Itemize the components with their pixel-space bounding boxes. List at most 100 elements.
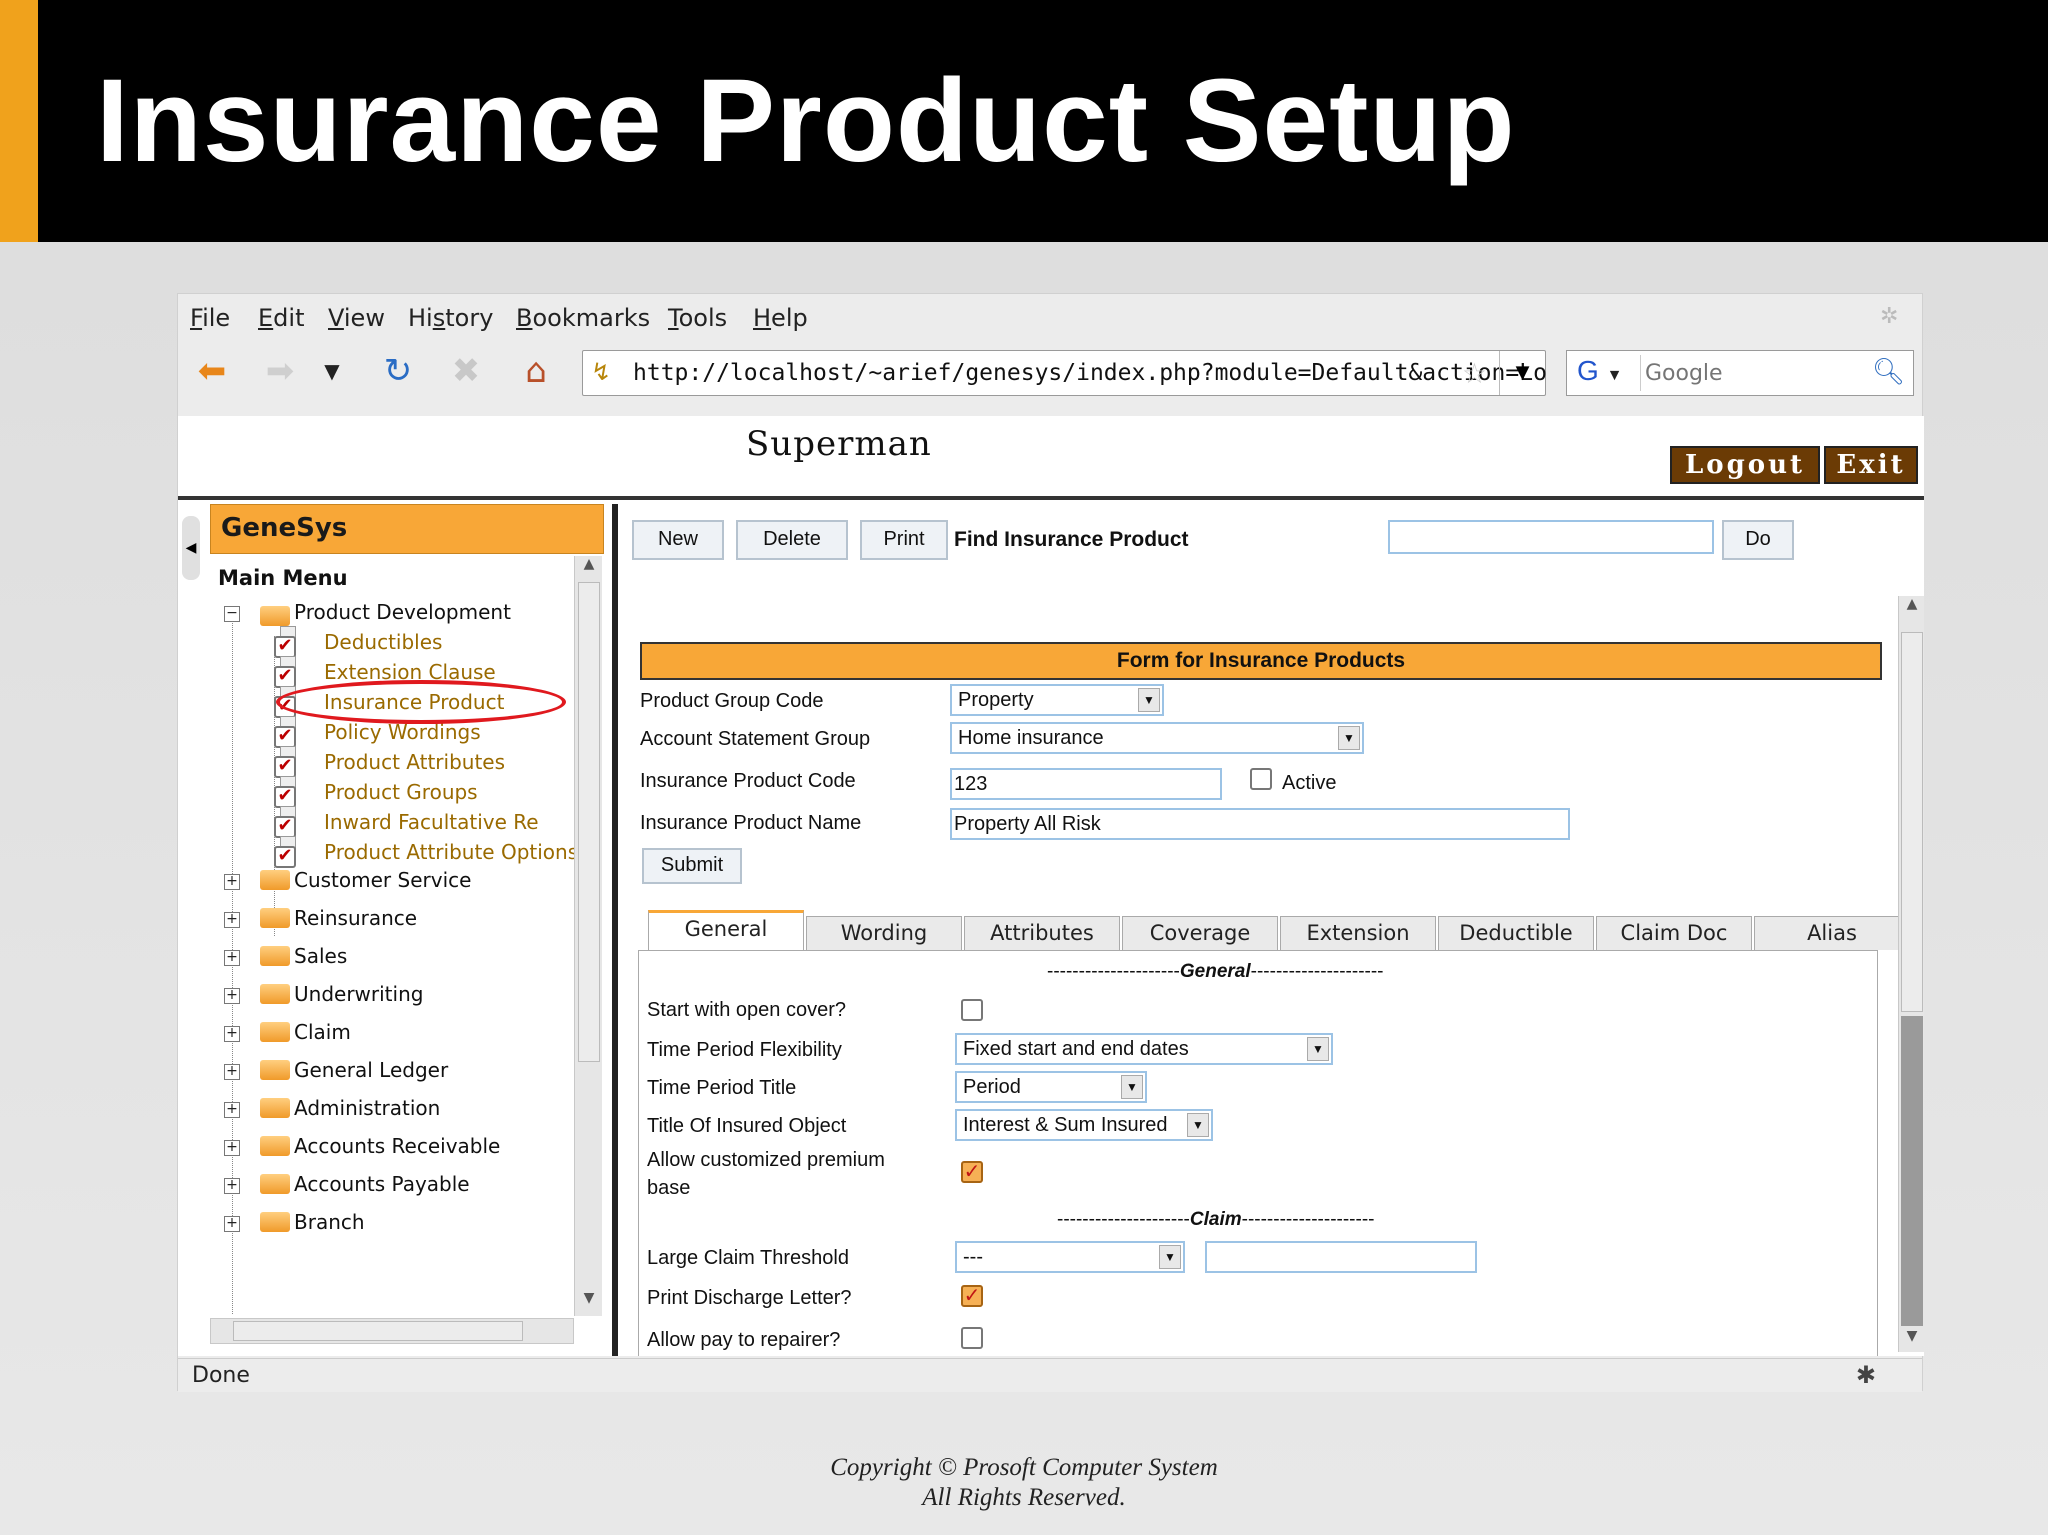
expand-toggle[interactable]: + [224, 1140, 240, 1156]
menu-help[interactable]: Help [753, 304, 808, 332]
scroll-up-arrow-icon[interactable]: ▲ [575, 556, 603, 582]
tab-attributes[interactable]: Attributes [964, 916, 1120, 950]
do-button[interactable]: Do [1722, 520, 1794, 560]
expand-toggle[interactable]: + [224, 1178, 240, 1194]
start-open-cover-checkbox[interactable] [961, 999, 983, 1021]
tree-item-inward-facultative[interactable]: Inward Facultative Re [324, 810, 539, 834]
expand-toggle[interactable]: + [224, 874, 240, 890]
find-insurance-product-input[interactable] [1388, 520, 1714, 554]
time-period-title-select[interactable]: Period ▼ [955, 1071, 1147, 1103]
scroll-down-arrow-icon[interactable]: ▼ [1899, 1328, 1925, 1352]
scroll-thumb[interactable] [1901, 632, 1923, 1012]
chevron-down-icon: ▼ [1159, 1245, 1181, 1269]
collapse-toggle[interactable]: − [224, 606, 240, 622]
back-arrow-icon[interactable]: ⬅ [188, 348, 236, 394]
tree-item-administration[interactable]: Administration [294, 1096, 440, 1120]
history-dropdown-icon[interactable]: ▼ [308, 348, 356, 394]
form-vertical-scrollbar[interactable]: ▲ ▼ [1898, 596, 1924, 1352]
chevron-down-icon: ▼ [1138, 688, 1160, 712]
insurance-product-code-input[interactable]: 123 [950, 768, 1222, 800]
tab-extension[interactable]: Extension [1280, 916, 1436, 950]
menu-view[interactable]: View [328, 304, 385, 332]
forward-arrow-icon[interactable]: ➡ [256, 348, 304, 394]
tree-item-claim[interactable]: Claim [294, 1020, 351, 1044]
tree-horizontal-scrollbar[interactable] [210, 1318, 574, 1344]
bug-icon[interactable]: ✱ [1856, 1361, 1876, 1389]
collapse-panel-handle[interactable]: ◀ [182, 516, 200, 580]
tab-wording[interactable]: Wording [806, 916, 962, 950]
new-button[interactable]: New [632, 520, 724, 560]
allow-pay-repairer-checkbox[interactable] [961, 1327, 983, 1349]
stop-icon[interactable]: ✖ [442, 348, 490, 394]
product-group-code-select[interactable]: Property ▼ [950, 684, 1164, 716]
tab-coverage[interactable]: Coverage [1122, 916, 1278, 950]
search-engine-selector[interactable]: G ▼ [1571, 355, 1641, 391]
print-button[interactable]: Print [860, 520, 948, 560]
main-menu-tree: Main Menu − Product Development ✔ Deduct… [210, 556, 604, 1316]
tree-item-general-ledger[interactable]: General Ledger [294, 1058, 448, 1082]
tree-item-product-attribute-options[interactable]: Product Attribute Options [324, 840, 578, 864]
title-insured-object-select[interactable]: Interest & Sum Insured ▼ [955, 1109, 1213, 1141]
insurance-product-name-input[interactable]: Property All Risk [950, 808, 1570, 840]
print-discharge-letter-checkbox[interactable]: ✓ [961, 1285, 983, 1307]
tree-vertical-scrollbar[interactable]: ▲ ▼ [574, 556, 602, 1316]
tree-item-product-development[interactable]: Product Development [294, 600, 511, 624]
tree-item-accounts-payable[interactable]: Accounts Payable [294, 1172, 470, 1196]
page-content: Superman Logout Exit ◀ GeneSys Main Menu… [178, 416, 1924, 1356]
tab-deductible[interactable]: Deductible [1438, 916, 1594, 950]
expand-toggle[interactable]: + [224, 1064, 240, 1080]
expand-toggle[interactable]: + [224, 1026, 240, 1042]
large-claim-threshold-select[interactable]: --- ▼ [955, 1241, 1185, 1273]
scroll-thumb[interactable] [578, 582, 600, 1062]
general-tab-panel: ---------------------General------------… [638, 950, 1878, 1356]
active-checkbox[interactable] [1250, 768, 1272, 790]
delete-button[interactable]: Delete [736, 520, 848, 560]
menu-file[interactable]: File [190, 304, 230, 332]
tree-item-product-attributes[interactable]: Product Attributes [324, 750, 505, 774]
tree-item-customer-service[interactable]: Customer Service [294, 868, 471, 892]
tab-claim-doc[interactable]: Claim Doc [1596, 916, 1752, 950]
expand-toggle[interactable]: + [224, 912, 240, 928]
url-dropdown-icon[interactable]: ▼ [1499, 351, 1545, 395]
large-claim-threshold-amount-input[interactable] [1205, 1241, 1477, 1273]
tree-item-branch[interactable]: Branch [294, 1210, 365, 1234]
search-magnifier-icon[interactable]: 🔍︎ [1872, 357, 1905, 387]
submit-button[interactable]: Submit [642, 848, 742, 884]
logout-button[interactable]: Logout [1670, 446, 1820, 484]
tab-general[interactable]: General [648, 910, 804, 950]
tree-item-product-groups[interactable]: Product Groups [324, 780, 478, 804]
tree-item-underwriting[interactable]: Underwriting [294, 982, 423, 1006]
footer-copyright: Copyright © Prosoft Computer System [830, 1454, 1218, 1481]
scroll-track[interactable] [1901, 1016, 1923, 1326]
large-claim-threshold-value: --- [963, 1246, 983, 1268]
menu-tools[interactable]: Tools [668, 304, 727, 332]
expand-toggle[interactable]: + [224, 988, 240, 1004]
allow-custom-premium-checkbox[interactable]: ✓ [961, 1161, 983, 1183]
tab-alias[interactable]: Alias [1754, 916, 1910, 950]
exit-button[interactable]: Exit [1824, 446, 1918, 484]
tree-item-accounts-receivable[interactable]: Accounts Receivable [294, 1134, 500, 1158]
menu-edit[interactable]: Edit [258, 304, 304, 332]
search-input[interactable] [1645, 357, 1865, 389]
menu-bookmarks[interactable]: Bookmarks [516, 304, 650, 332]
scroll-thumb[interactable] [233, 1321, 523, 1341]
panel-divider[interactable] [612, 504, 618, 1356]
scroll-up-arrow-icon[interactable]: ▲ [1899, 596, 1925, 620]
url-bar[interactable]: ↯ http://localhost/~arief/genesys/index.… [582, 350, 1547, 396]
search-bar[interactable]: G ▼ 🔍︎ [1566, 350, 1914, 396]
expand-toggle[interactable]: + [224, 1102, 240, 1118]
reload-icon[interactable]: ↻ [374, 348, 422, 394]
bookmark-star-icon[interactable]: ☆ [1462, 357, 1487, 390]
tree-item-reinsurance[interactable]: Reinsurance [294, 906, 417, 930]
tree-item-deductibles[interactable]: Deductibles [324, 630, 442, 654]
time-period-flexibility-select[interactable]: Fixed start and end dates ▼ [955, 1033, 1333, 1065]
start-open-cover-label: Start with open cover? [647, 999, 846, 1021]
expand-toggle[interactable]: + [224, 1216, 240, 1232]
expand-toggle[interactable]: + [224, 950, 240, 966]
tree-item-sales[interactable]: Sales [294, 944, 347, 968]
menu-history[interactable]: History [408, 304, 493, 332]
home-icon[interactable]: ⌂ [512, 348, 560, 394]
highlight-ring [276, 680, 566, 724]
account-statement-group-select[interactable]: Home insurance ▼ [950, 722, 1364, 754]
scroll-down-arrow-icon[interactable]: ▼ [575, 1290, 603, 1316]
